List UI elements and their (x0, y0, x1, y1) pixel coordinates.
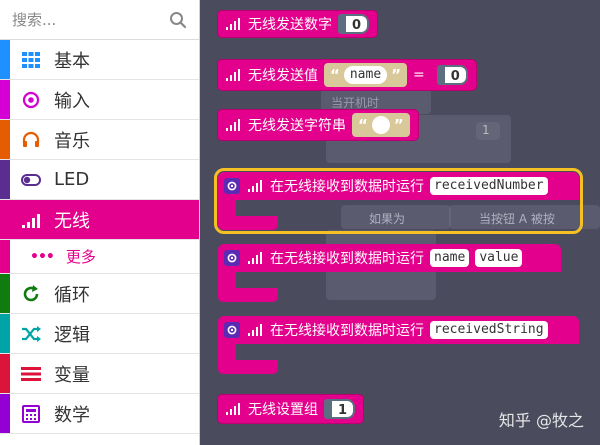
category-label: 变量 (54, 364, 90, 386)
on-received-string-block[interactable]: 在无线接收到数据时运行 receivedString (218, 316, 579, 374)
category-label: 基本 (54, 50, 90, 72)
category-label: 逻辑 (54, 324, 90, 346)
toggle-icon (20, 169, 42, 191)
category-label: 输入 (54, 90, 90, 112)
event-foot (218, 216, 278, 230)
param-received-number[interactable]: receivedNumber (430, 177, 548, 195)
event-header: 在无线接收到数据时运行 name value (218, 244, 561, 272)
category-loops[interactable]: 循环 (0, 274, 199, 314)
ghost-num: 1 (476, 122, 500, 140)
quote-open: “ (358, 116, 368, 134)
number-value[interactable]: 0 (444, 65, 468, 85)
block-workspace[interactable]: 当开机时 1 如果为 当按钮 A 被按 无线发送数字 0 无线发送值 “ nam… (201, 0, 600, 445)
watermark: 知乎 @牧之 (498, 411, 584, 430)
category-label: LED (54, 169, 90, 190)
param-value[interactable]: value (475, 249, 523, 267)
number-input[interactable]: 1 (324, 399, 356, 419)
ghost-num-text: 1 (482, 123, 490, 137)
gear-icon[interactable] (224, 250, 240, 266)
radio-send-number-block[interactable]: 无线发送数字 0 (217, 10, 379, 38)
gear-icon[interactable] (224, 322, 240, 338)
radio-send-value-block[interactable]: 无线发送值 “ name ” = 0 (217, 59, 477, 91)
quote-open: “ (330, 66, 340, 84)
param-received-string[interactable]: receivedString (430, 321, 548, 339)
ghost-start-text: 当开机时 (331, 96, 380, 110)
string-input[interactable]: “ name ” (324, 63, 408, 87)
string-value[interactable] (371, 116, 390, 134)
category-radio-more[interactable]: ••• 更多 (0, 240, 199, 274)
signal-icon (248, 252, 262, 264)
category-radio[interactable]: 无线 (0, 200, 199, 240)
event-foot (218, 360, 278, 374)
radio-set-group-block[interactable]: 无线设置组 1 (217, 394, 365, 424)
block-label: 在无线接收到数据时运行 (270, 323, 424, 339)
grid-icon (20, 49, 42, 71)
search-icon[interactable] (169, 11, 187, 29)
signal-icon (226, 69, 240, 81)
headphones-icon (20, 129, 42, 151)
on-received-number-block[interactable]: 在无线接收到数据时运行 receivedNumber (214, 168, 583, 234)
number-value[interactable]: 1 (332, 399, 356, 419)
event-header: 在无线接收到数据时运行 receivedNumber (218, 172, 579, 200)
block-label: 无线设置组 (248, 402, 318, 418)
signal-icon (248, 180, 262, 192)
category-math[interactable]: 数学 (0, 394, 199, 434)
block-label: 无线发送数字 (248, 17, 332, 33)
quote-close: ” (393, 116, 404, 134)
radio-send-string-block[interactable]: 无线发送字符串 “ ” (217, 109, 419, 141)
block-label: 无线发送字符串 (248, 118, 346, 134)
category-basic[interactable]: 基本 (0, 40, 199, 80)
string-value[interactable]: name (343, 66, 388, 84)
category-label: 音乐 (54, 130, 90, 152)
param-name[interactable]: name (430, 249, 470, 267)
signal-icon (226, 119, 240, 131)
event-foot (218, 288, 278, 302)
string-input[interactable]: “ ” (352, 113, 410, 137)
search-input[interactable] (12, 10, 152, 29)
equals-sign: = (413, 67, 425, 83)
on-received-value-block[interactable]: 在无线接收到数据时运行 name value (218, 244, 561, 302)
category-label: 无线 (54, 210, 90, 232)
block-label: 在无线接收到数据时运行 (270, 179, 424, 195)
shuffle-icon (20, 323, 42, 345)
number-value[interactable]: 0 (346, 14, 370, 34)
gear-icon[interactable] (224, 178, 240, 194)
category-logic[interactable]: 逻辑 (0, 314, 199, 354)
sub-item-label: 更多 (65, 248, 96, 266)
category-music[interactable]: 音乐 (0, 120, 199, 160)
category-led[interactable]: LED (0, 160, 199, 200)
target-icon (20, 89, 42, 111)
calculator-icon (20, 403, 42, 425)
number-input[interactable]: 0 (338, 14, 370, 34)
block-label: 无线发送值 (248, 68, 318, 84)
signal-icon (226, 403, 240, 415)
category-variables[interactable]: 变量 (0, 354, 199, 394)
block-label: 在无线接收到数据时运行 (270, 251, 424, 267)
signal-icon (248, 324, 262, 336)
signal-icon (20, 209, 42, 231)
category-label: 数学 (54, 404, 90, 426)
signal-icon (226, 18, 240, 30)
more-dots-icon: ••• (30, 248, 55, 265)
category-input[interactable]: 输入 (0, 80, 199, 120)
number-input[interactable]: 0 (436, 65, 468, 85)
event-header: 在无线接收到数据时运行 receivedString (218, 316, 579, 344)
toolbox-sidebar: 基本 输入 音乐 LED 无线 ••• 更多 (0, 0, 200, 445)
list-icon (20, 363, 42, 385)
refresh-icon (20, 283, 42, 305)
quote-close: ” (391, 66, 402, 84)
search-bar (0, 0, 199, 40)
category-label: 循环 (54, 284, 90, 306)
